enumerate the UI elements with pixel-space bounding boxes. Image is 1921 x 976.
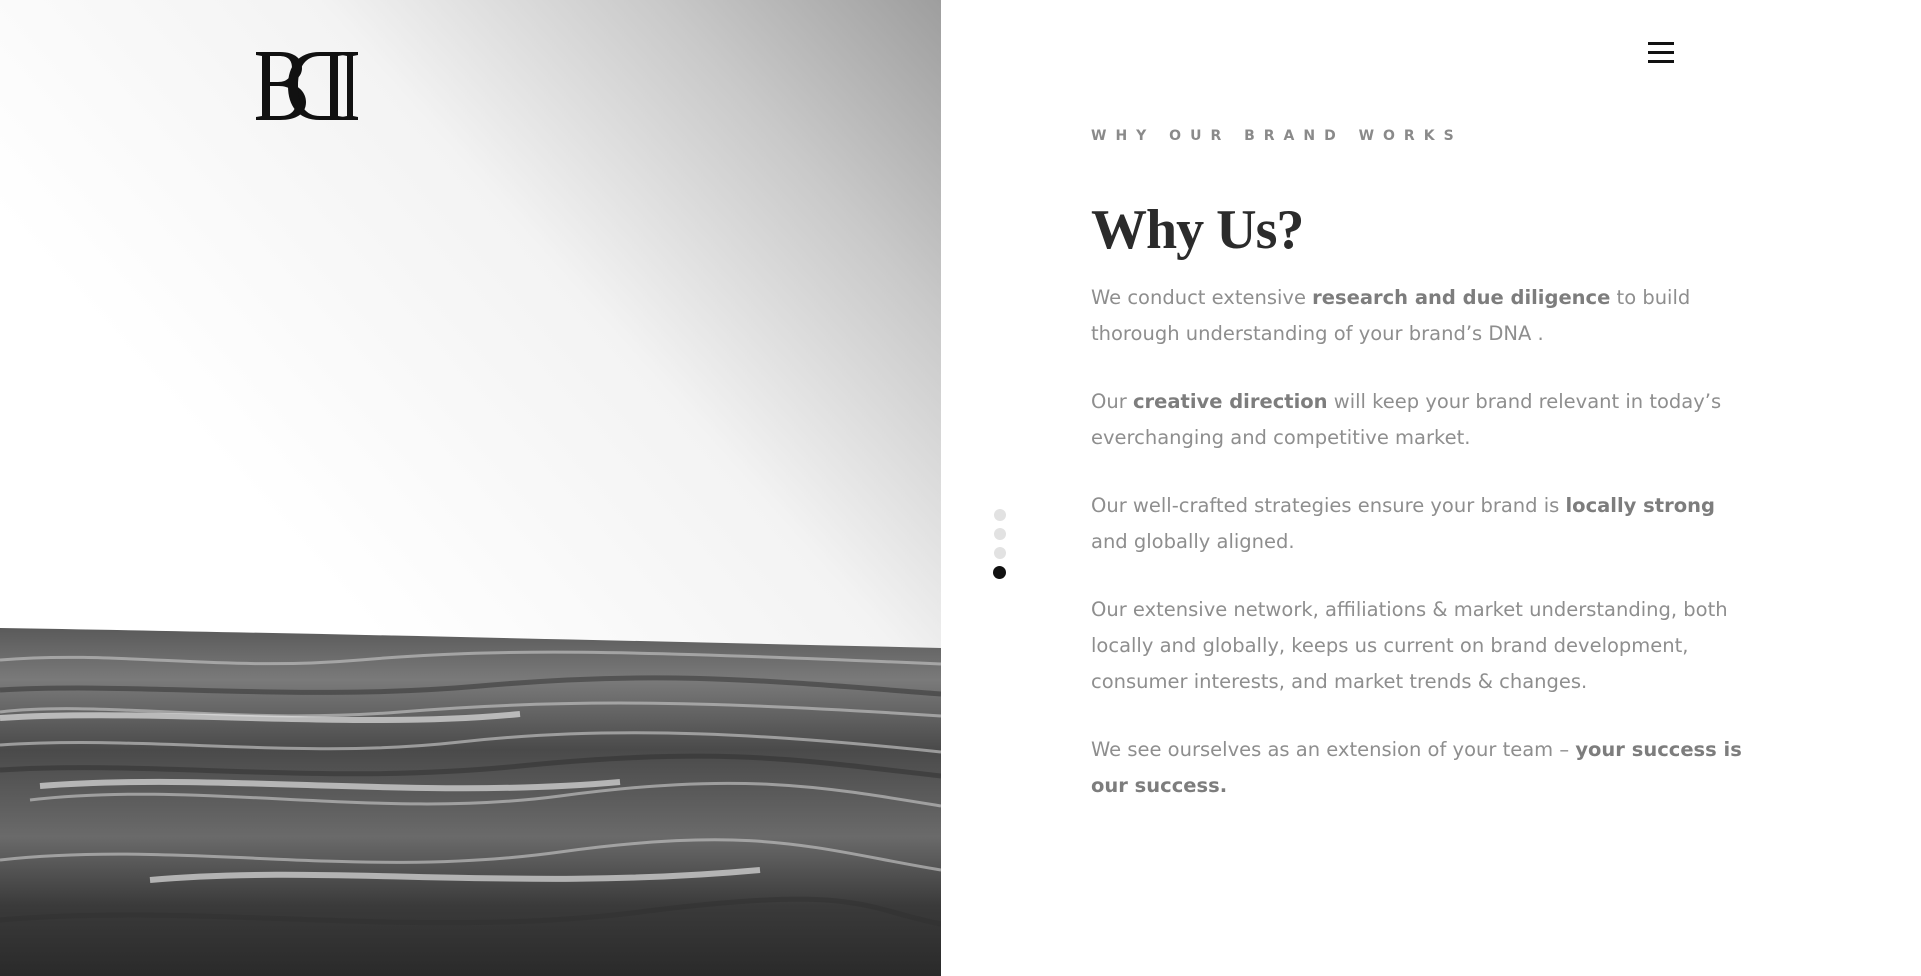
pager-dot-2[interactable] [994, 528, 1006, 540]
paragraph-text: We see ourselves as an extension of your… [1091, 738, 1576, 761]
menu-bar [1648, 60, 1674, 63]
hamburger-menu-icon[interactable] [1646, 40, 1676, 66]
paragraph-research: We conduct extensive research and due di… [1091, 280, 1751, 352]
paragraph-text: and globally aligned. [1091, 530, 1295, 553]
paragraph-success: We see ourselves as an extension of your… [1091, 732, 1751, 804]
paragraph-bold: research and due diligence [1312, 286, 1611, 309]
pager-dot-4-active[interactable] [993, 566, 1006, 579]
paragraph-network: Our extensive network, affiliations & ma… [1091, 592, 1751, 700]
menu-bar [1648, 42, 1674, 45]
brand-logo[interactable] [250, 48, 360, 124]
section-title: Why Us? [1091, 199, 1304, 261]
pager-dot-3[interactable] [994, 547, 1006, 559]
hero-ocean-image [0, 0, 941, 976]
paragraph-strategies: Our well-crafted strategies ensure your … [1091, 488, 1751, 560]
pager-dot-1[interactable] [994, 509, 1006, 521]
paragraph-text: We conduct extensive [1091, 286, 1313, 309]
why-us-section: WHY OUR BRAND WORKS Why Us? We conduct e… [1091, 128, 1751, 797]
paragraph-bold: creative direction [1132, 390, 1328, 413]
paragraph-text: Our [1091, 390, 1133, 413]
section-pager [992, 509, 1008, 585]
menu-bar [1648, 51, 1674, 54]
paragraph-text: Our well-crafted strategies ensure your … [1091, 494, 1566, 517]
page: WHY OUR BRAND WORKS Why Us? We conduct e… [0, 0, 1921, 976]
paragraph-bold: locally strong [1565, 494, 1715, 517]
paragraph-text: Our extensive network, affiliations & ma… [1091, 598, 1728, 693]
paragraph-creative: Our creative direction will keep your br… [1091, 384, 1751, 456]
section-eyebrow: WHY OUR BRAND WORKS [1091, 128, 1463, 144]
